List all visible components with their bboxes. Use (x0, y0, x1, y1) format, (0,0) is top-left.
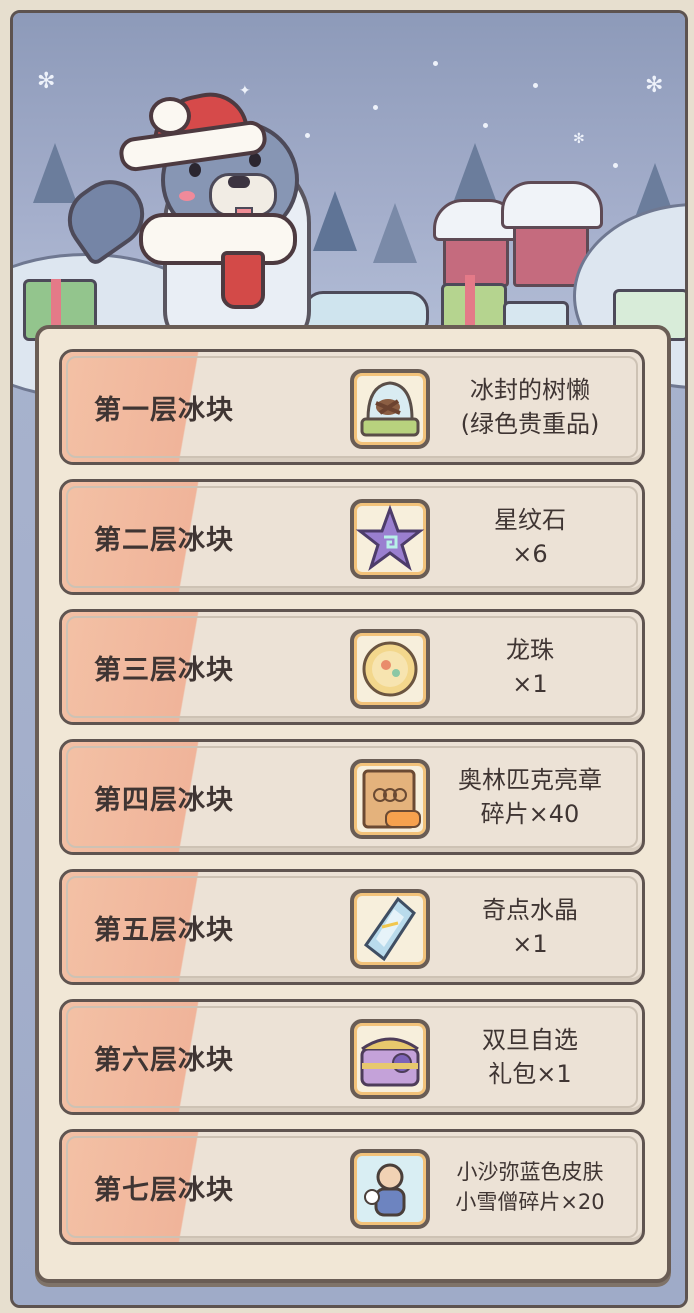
pine-tree (373, 203, 417, 263)
reward-row-layer-3[interactable]: 第三层冰块 龙珠 ×1 (59, 609, 645, 725)
olympic-badge-fragment-icon (362, 769, 421, 829)
reward-name: 星纹石 ×6 (494, 506, 566, 568)
layer-label: 第二层冰块 (94, 524, 234, 556)
snowflake-icon: ✻ (573, 131, 585, 147)
layer-label: 第三层冰块 (94, 654, 234, 686)
dragon-pearl-icon (362, 641, 418, 697)
layer-label: 第六层冰块 (94, 1044, 234, 1076)
reward-name: 龙珠 ×1 (506, 636, 554, 698)
snowflake-icon: ✦ (239, 83, 251, 99)
frozen-sloth-icon (360, 381, 420, 437)
layer-label: 第七层冰块 (94, 1174, 234, 1206)
reward-name: 小沙弥蓝色皮肤 小雪僧碎片×20 (455, 1160, 605, 1214)
reward-name: 奥林匹克亮章 碎片×40 (458, 766, 602, 828)
reward-list-panel: 第一层冰块 冰封的树懒 (绿色贵重品) 第二层冰块 星纹石 ×6 第三层冰块 龙… (35, 325, 671, 1283)
reward-row-layer-4[interactable]: 第四层冰块 奥林匹克亮章 碎片×40 (59, 739, 645, 855)
reward-item-slot[interactable] (350, 759, 430, 839)
reward-item-slot[interactable] (350, 1149, 430, 1229)
snowflake-icon: ✻ (37, 69, 56, 94)
reward-item-slot[interactable] (350, 1019, 430, 1099)
reward-item-slot[interactable] (350, 629, 430, 709)
reward-item-slot[interactable] (350, 889, 430, 969)
event-frame: ✻ ✻ ✻ ✦ 第一层冰块 冰封的树懒 (绿色贵重品) 第二层冰块 星纹石 ×6… (0, 0, 694, 1313)
monk-skin-icon (364, 1163, 406, 1217)
snowflake-icon: ✻ (645, 73, 664, 98)
reward-name: 冰封的树懒 (绿色贵重品) (460, 376, 600, 438)
pine-tree (33, 143, 77, 203)
layer-label: 第四层冰块 (94, 784, 234, 816)
event-background: ✻ ✻ ✻ ✦ 第一层冰块 冰封的树懒 (绿色贵重品) 第二层冰块 星纹石 ×6… (10, 10, 688, 1308)
star-stone-icon (355, 504, 425, 571)
reward-row-layer-7[interactable]: 第七层冰块 小沙弥蓝色皮肤 小雪僧碎片×20 (59, 1129, 645, 1245)
reward-row-layer-1[interactable]: 第一层冰块 冰封的树懒 (绿色贵重品) (59, 349, 645, 465)
reward-name: 双旦自选 礼包×1 (482, 1026, 578, 1088)
christmas-tree (313, 191, 357, 251)
layer-label: 第五层冰块 (94, 914, 234, 946)
reward-row-layer-6[interactable]: 第六层冰块 双旦自选 礼包×1 (59, 999, 645, 1115)
gift-pack-icon (360, 1037, 420, 1087)
scarf (139, 213, 297, 265)
singularity-crystal-icon (363, 896, 416, 962)
reward-item-slot[interactable] (350, 369, 430, 449)
pine-tree (453, 143, 497, 203)
reward-row-layer-2[interactable]: 第二层冰块 星纹石 ×6 (59, 479, 645, 595)
layer-label: 第一层冰块 (94, 394, 234, 426)
reward-item-slot[interactable] (350, 499, 430, 579)
reward-name: 奇点水晶 ×1 (482, 896, 578, 958)
reward-row-layer-5[interactable]: 第五层冰块 奇点水晶 ×1 (59, 869, 645, 985)
